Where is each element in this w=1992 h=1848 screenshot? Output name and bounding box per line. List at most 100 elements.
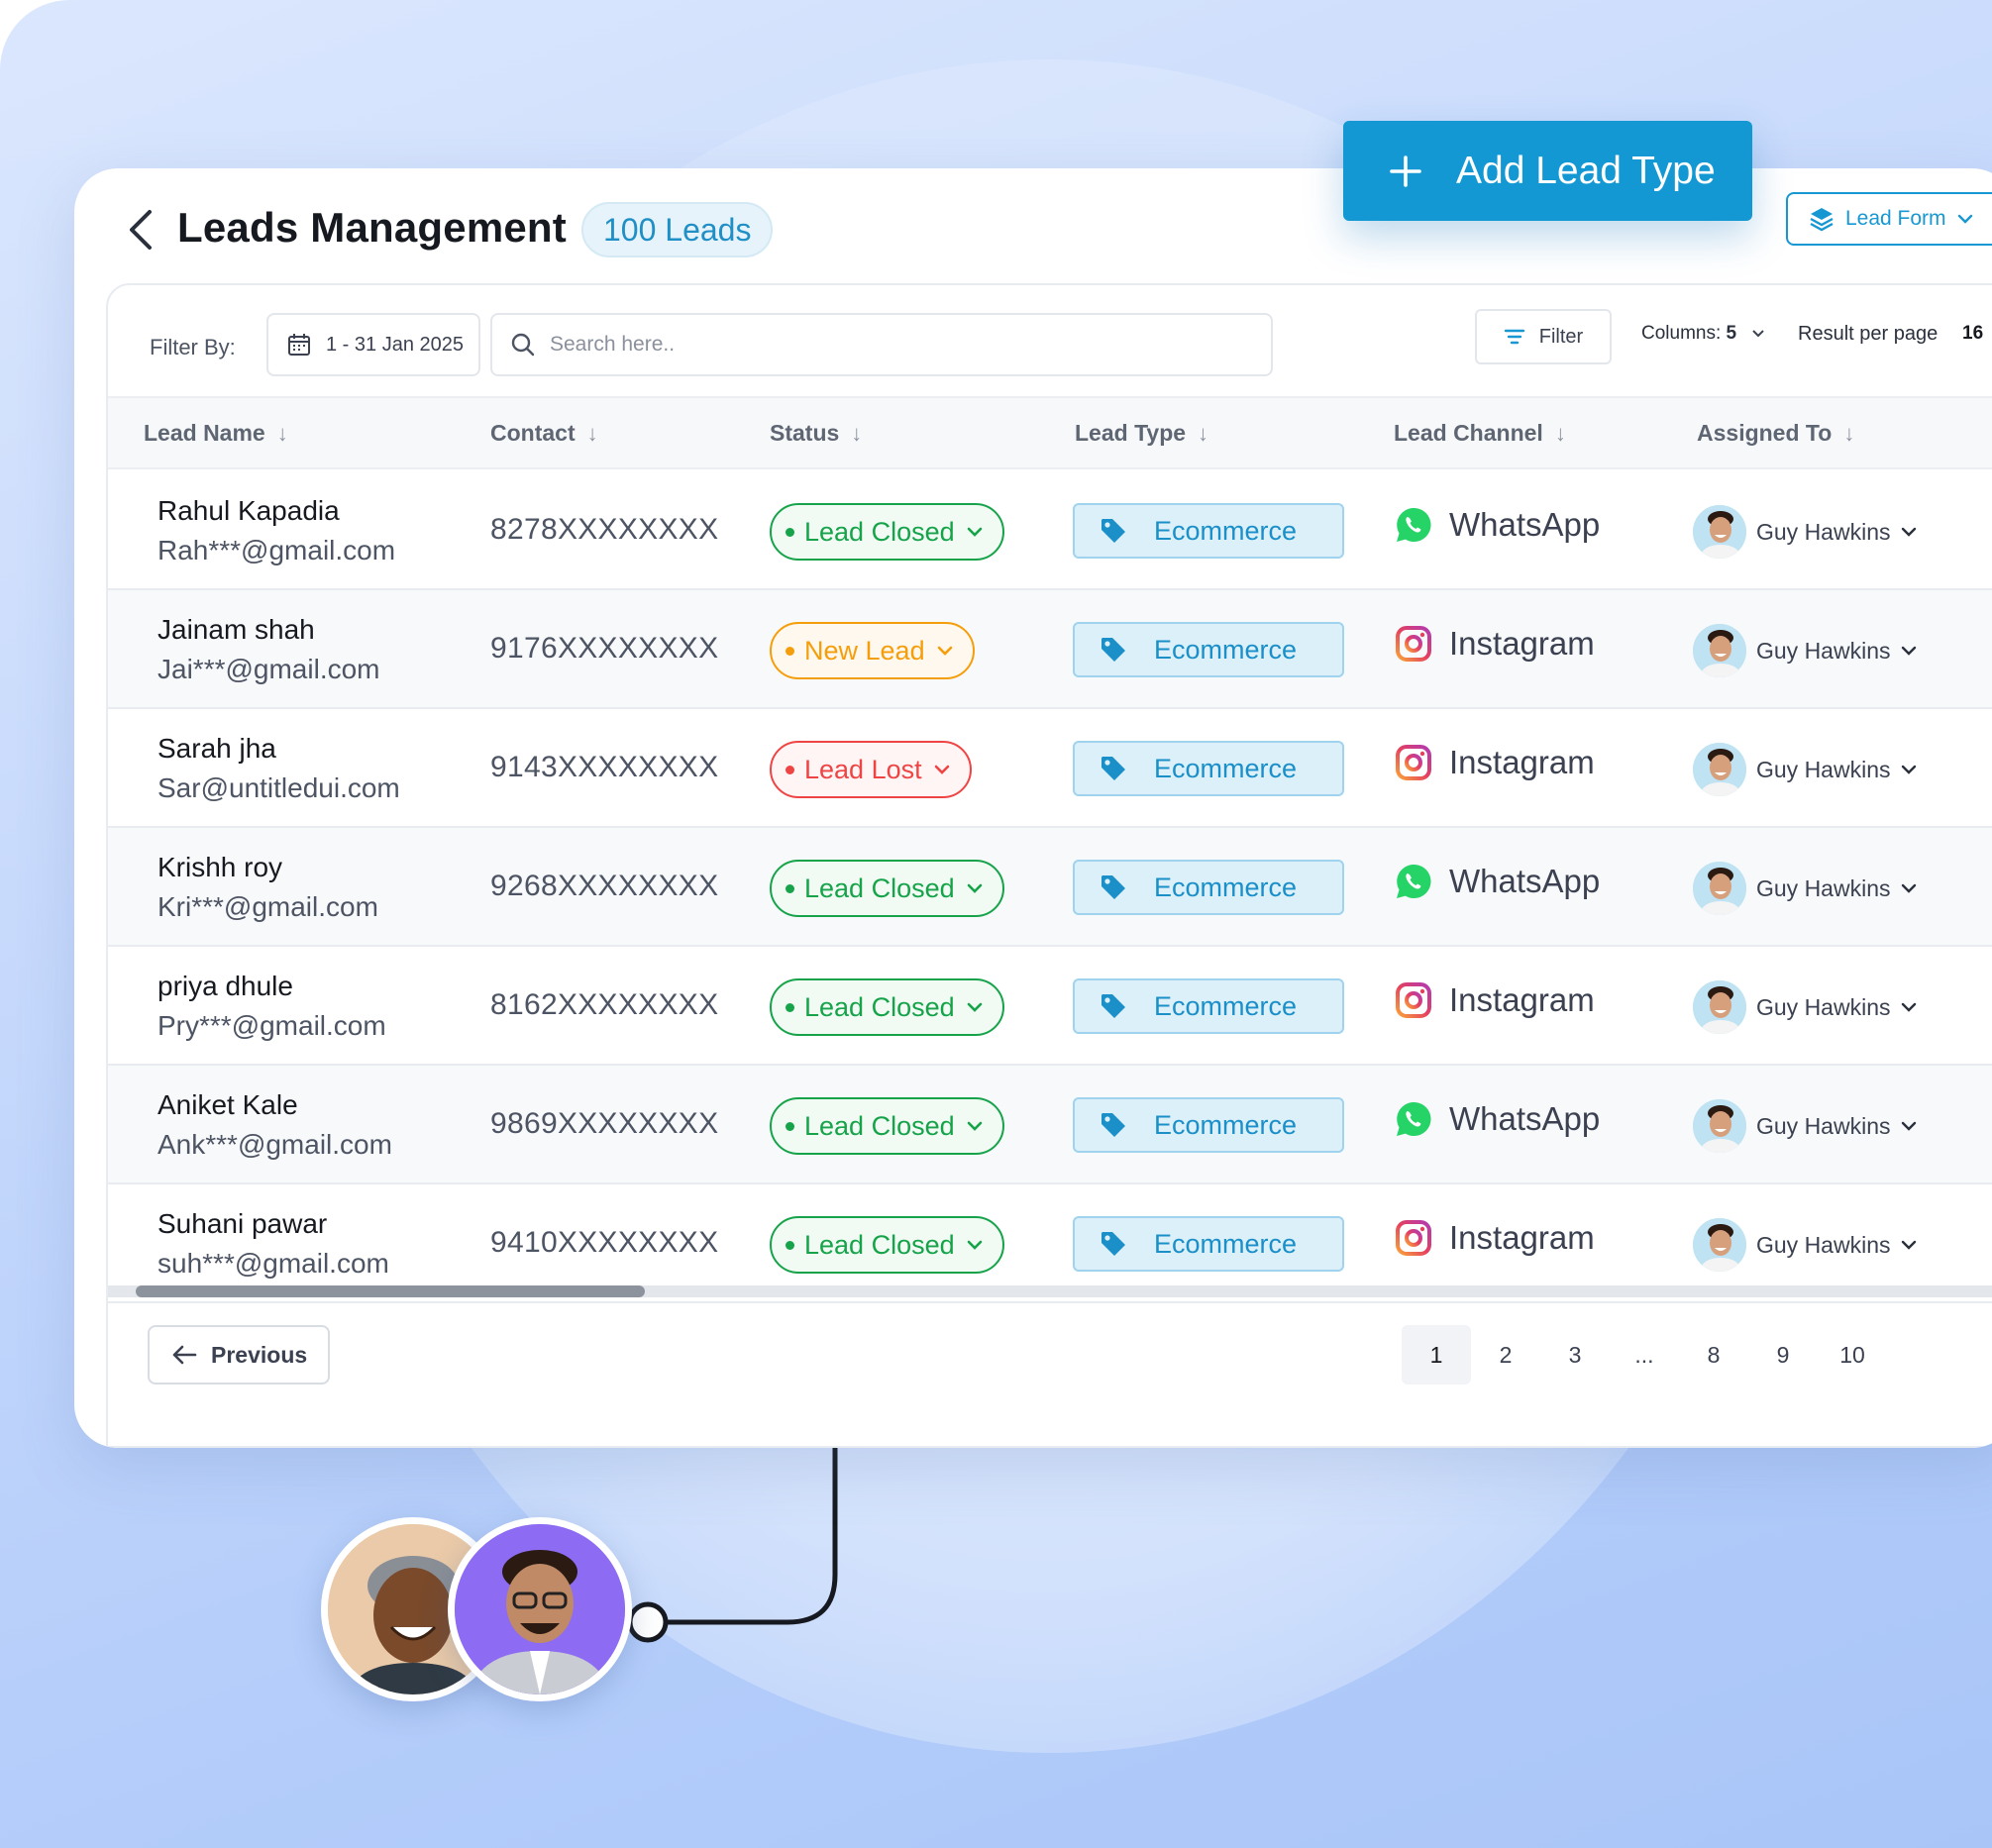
lead-channel: Instagram [1394,1218,1595,1258]
search-input[interactable] [550,333,1243,357]
lead-form-button[interactable]: Lead Form [1786,192,1992,246]
add-lead-type-label: Add Lead Type [1456,149,1716,192]
assignee-avatar [1693,980,1746,1034]
status-dot-icon [786,1240,794,1250]
date-range-picker[interactable]: 1 - 31 Jan 2025 [266,313,480,376]
search-icon [511,333,535,357]
status-dropdown[interactable]: Lead Closed [770,503,1004,561]
sort-arrow-icon: ↓ [851,420,863,446]
status-dropdown[interactable]: Lead Closed [770,1216,1004,1274]
lead-contact: 9143XXXXXXXX [490,751,719,783]
page-number-9[interactable]: 9 [1748,1325,1818,1385]
status-dot-icon [786,765,794,774]
column-header-lead-channel[interactable]: Lead Channel ↓ [1394,420,1566,447]
search-field[interactable] [490,313,1273,376]
status-dropdown[interactable]: Lead Lost [770,741,972,798]
lead-type-badge: Ecommerce [1073,860,1344,915]
table-row[interactable]: Jainam shah Jai***@gmail.com 9176XXXXXXX… [108,590,1992,709]
status-dropdown[interactable]: Lead Closed [770,978,1004,1036]
assignee-avatar [1693,743,1746,796]
tag-icon [1101,757,1125,780]
lead-type-badge: Ecommerce [1073,741,1344,796]
chevron-down-icon [1752,330,1764,338]
lead-channel-label: Instagram [1449,1219,1595,1256]
page-number-8[interactable]: 8 [1679,1325,1748,1385]
assignee-avatar [1693,1099,1746,1153]
assignee-dropdown[interactable]: Guy Hawkins [1693,1099,1918,1153]
lead-channel: WhatsApp [1394,505,1600,545]
lead-type-label: Ecommerce [1154,872,1298,902]
chevron-down-icon [934,765,949,774]
table-row[interactable]: Rahul Kapadia Rah***@gmail.com 8278XXXXX… [108,471,1992,590]
lead-type-label: Ecommerce [1154,634,1298,665]
table-row[interactable]: Sarah jha Sar@untitledui.com 9143XXXXXXX… [108,709,1992,828]
lead-type-label: Ecommerce [1154,990,1298,1021]
tag-icon [1101,994,1125,1018]
lead-contact: 8278XXXXXXXX [490,513,719,546]
lead-name: Aniket Kale [157,1089,298,1120]
chevron-left-icon[interactable] [122,206,161,254]
table-header: Lead Name ↓ Contact ↓ Status ↓ Lead Type ↓ L… [108,396,1992,469]
chevron-down-icon [1902,527,1917,537]
page-number-2[interactable]: 2 [1471,1325,1540,1385]
columns-label: Columns: 5 [1641,323,1737,344]
assignee-name: Guy Hawkins [1756,518,1891,545]
assignee-dropdown[interactable]: Guy Hawkins [1693,624,1918,677]
chevron-down-icon [1902,883,1917,893]
page-number-1[interactable]: 1 [1402,1325,1471,1385]
status-dropdown[interactable]: Lead Closed [770,860,1004,917]
whatsapp-icon [1397,864,1431,898]
lead-channel-label: Instagram [1449,981,1595,1018]
status-dropdown[interactable]: New Lead [770,622,975,679]
tag-icon [1101,875,1125,899]
lead-contact: 9869XXXXXXXX [490,1107,719,1140]
lead-channel: Instagram [1394,743,1595,782]
previous-page-button[interactable]: Previous [148,1325,330,1385]
assignee-dropdown[interactable]: Guy Hawkins [1693,743,1918,796]
column-header-status[interactable]: Status ↓ [770,420,862,447]
status-label: Lead Closed [804,1229,955,1260]
instagram-icon [1396,982,1431,1018]
status-label: New Lead [804,635,925,666]
status-dropdown[interactable]: Lead Closed [770,1097,1004,1155]
column-header-contact[interactable]: Contact ↓ [490,420,598,447]
chevron-down-icon [967,883,982,893]
page-number-10[interactable]: 10 [1818,1325,1887,1385]
status-label: Lead Lost [804,754,922,784]
lead-channel: Instagram [1394,624,1595,664]
sort-arrow-icon: ↓ [276,420,288,446]
lead-form-label: Lead Form [1845,207,1946,230]
table-row[interactable]: Krishh roy Kri***@gmail.com 9268XXXXXXXX… [108,828,1992,947]
page-number-3[interactable]: 3 [1540,1325,1610,1385]
chevron-down-icon [967,1002,982,1012]
status-dot-icon [786,527,794,537]
status-label: Lead Closed [804,991,955,1022]
chevron-down-icon [967,1240,982,1250]
columns-select[interactable]: Columns: 5 [1641,323,1766,345]
add-lead-type-button[interactable]: Add Lead Type [1343,121,1752,221]
column-header-lead-name[interactable]: Lead Name ↓ [144,420,288,447]
chevron-down-icon [1957,214,1972,224]
lead-name: Sarah jha [157,733,276,764]
tag-icon [1101,1113,1125,1137]
column-header-assigned-to[interactable]: Assigned To ↓ [1697,420,1854,447]
tag-icon [1101,638,1125,662]
assignee-dropdown[interactable]: Guy Hawkins [1693,980,1918,1034]
chevron-down-icon [967,1121,982,1131]
column-header-lead-type[interactable]: Lead Type ↓ [1075,420,1208,447]
scrollbar-thumb[interactable] [136,1285,645,1297]
whatsapp-icon [1397,507,1431,542]
assignee-dropdown[interactable]: Guy Hawkins [1693,862,1918,915]
lead-channel-label: Instagram [1449,625,1595,662]
assignee-dropdown[interactable]: Guy Hawkins [1693,1218,1918,1272]
assignee-name: Guy Hawkins [1756,874,1891,901]
filter-button[interactable]: Filter [1475,309,1612,364]
table-row[interactable]: priya dhule Pry***@gmail.com 8162XXXXXXX… [108,947,1992,1066]
result-per-page-select[interactable]: 16 [1962,323,1983,345]
lead-type-label: Ecommerce [1154,1228,1298,1259]
table-row[interactable]: Aniket Kale Ank***@gmail.com 9869XXXXXXX… [108,1066,1992,1184]
leads-management-card: Leads Management 100 Leads Lead Form Fil… [74,168,1992,1448]
previous-label: Previous [211,1341,308,1368]
assignee-avatar [1693,862,1746,915]
assignee-dropdown[interactable]: Guy Hawkins [1693,505,1918,559]
